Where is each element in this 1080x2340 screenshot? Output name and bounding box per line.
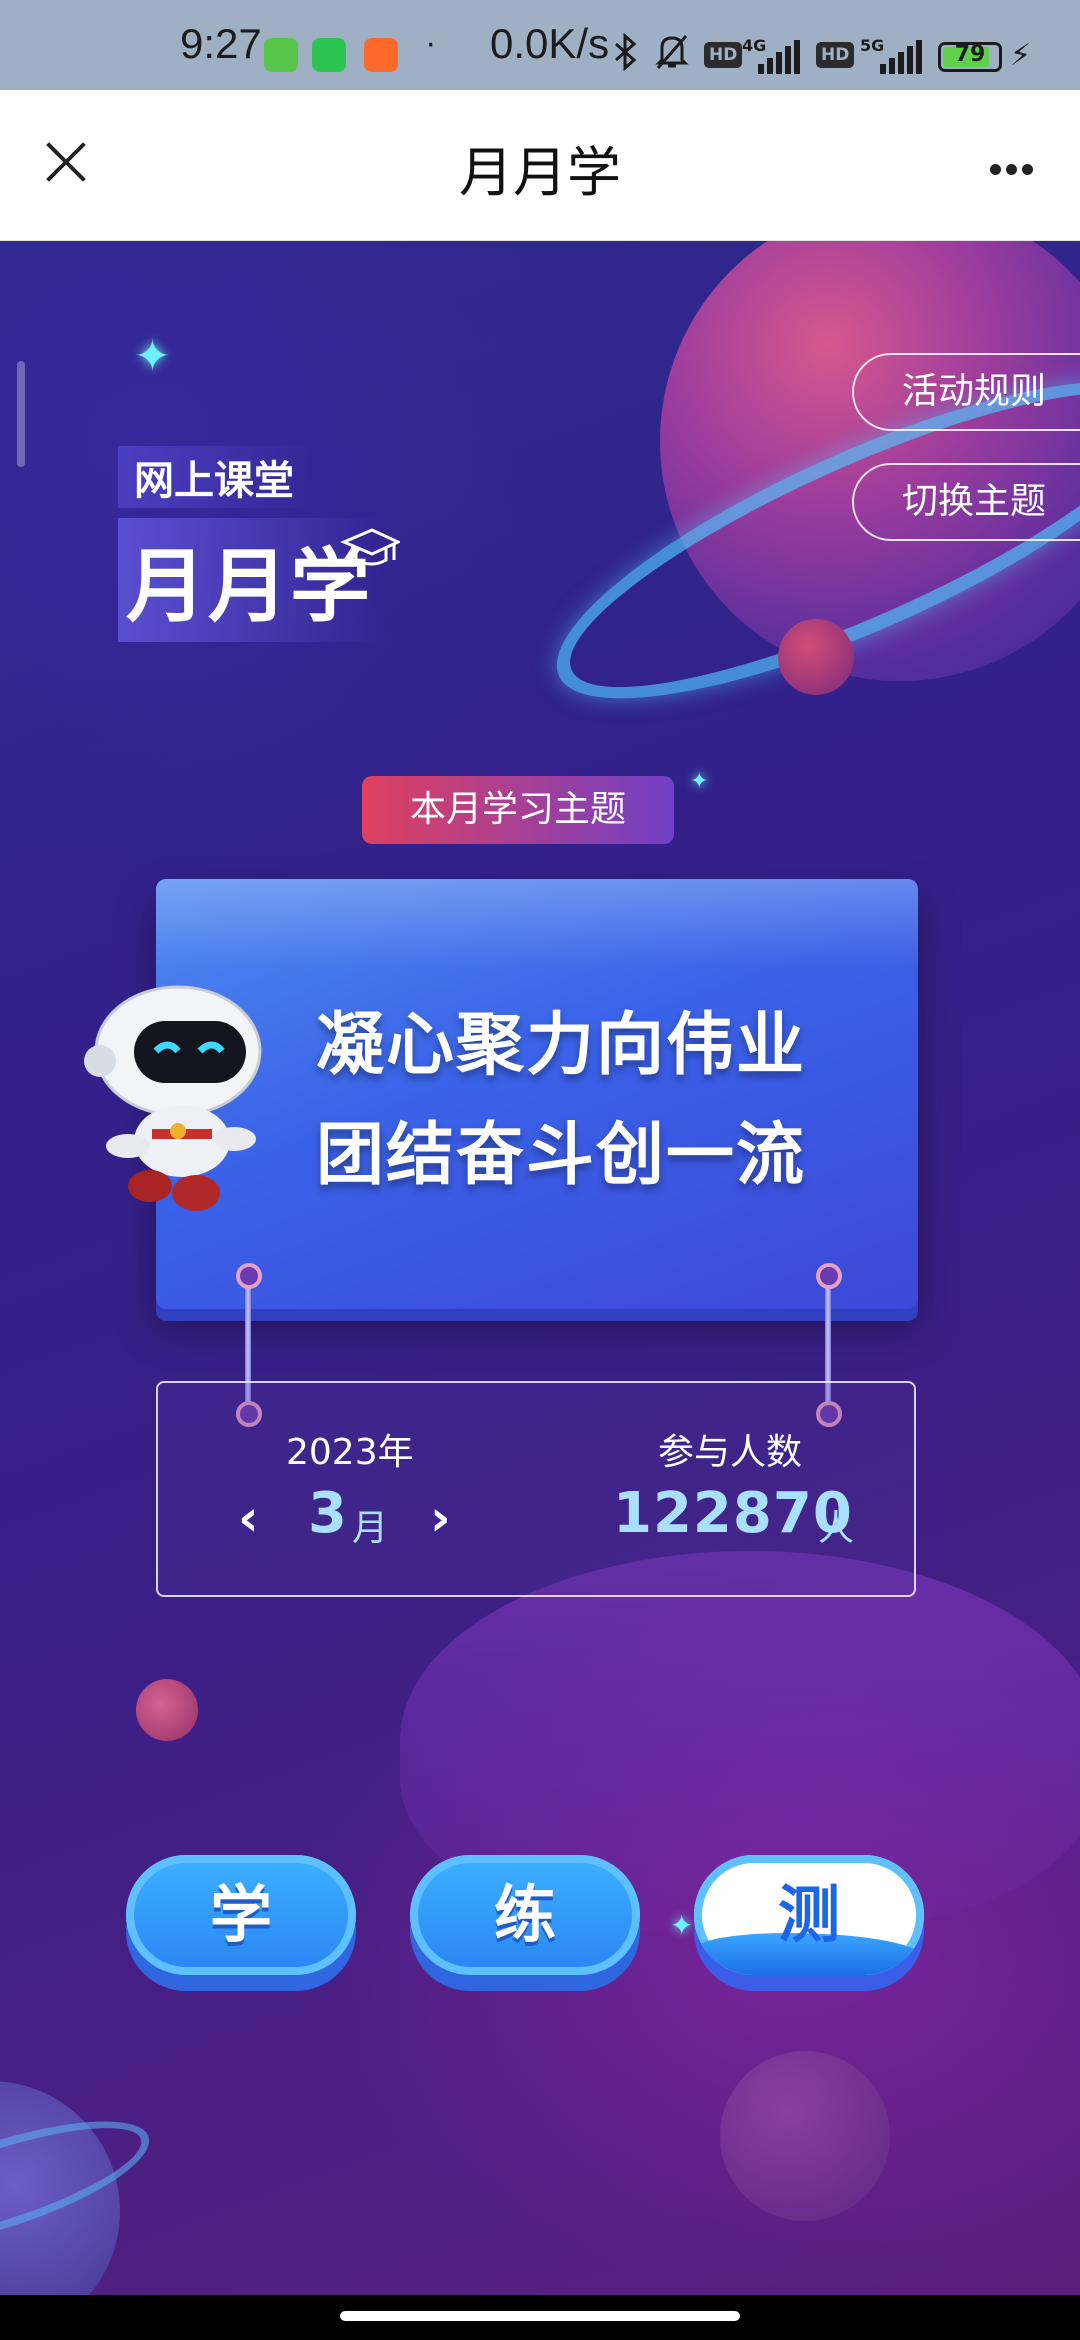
next-month-button[interactable]: › bbox=[430, 1493, 451, 1543]
more-icon[interactable] bbox=[990, 160, 1038, 179]
logo: 网上课堂 月月学 bbox=[118, 446, 400, 642]
sparkle-icon: ✦ bbox=[670, 1909, 694, 1942]
month-value: 3 bbox=[308, 1481, 347, 1546]
sparkle-icon: ✦ bbox=[690, 769, 709, 794]
wechat-icon bbox=[312, 38, 346, 72]
orb-decoration bbox=[136, 1679, 198, 1741]
charging-icon: ⚡ bbox=[1010, 38, 1032, 73]
status-time: 9:27 bbox=[180, 20, 262, 67]
logo-subtitle: 网上课堂 bbox=[118, 446, 310, 508]
navigation-bar bbox=[0, 2295, 1080, 2340]
learn-button[interactable]: 学 bbox=[126, 1855, 356, 1975]
month-unit: 月 bbox=[352, 1508, 389, 1549]
orb-decoration bbox=[720, 2051, 890, 2221]
practice-button[interactable]: 练 bbox=[410, 1855, 640, 1975]
signal-icon bbox=[880, 40, 922, 74]
test-button[interactable]: 测 bbox=[694, 1855, 924, 1975]
hd-badge: HD bbox=[704, 42, 743, 68]
test-button-label: 测 bbox=[777, 1878, 840, 1951]
robot-mascot bbox=[84, 985, 262, 1211]
theme-line-2: 团结奋斗创一流 bbox=[316, 1116, 807, 1195]
participants-label: 参与人数 bbox=[658, 1432, 803, 1473]
graduation-cap-icon bbox=[340, 528, 400, 566]
switch-theme-button[interactable]: 切换主题 bbox=[852, 463, 1080, 541]
signal-icon bbox=[758, 40, 800, 74]
knot-decoration bbox=[816, 1263, 842, 1289]
main-content: ✦ ✦ ✦ 活动规则 切换主题 网上课堂 月月学 本月学习主题 凝心聚力向伟业 … bbox=[0, 241, 1080, 2295]
knot-decoration bbox=[236, 1263, 262, 1289]
bluetooth-icon bbox=[612, 32, 640, 81]
theme-line-1: 凝心聚力向伟业 bbox=[316, 1006, 807, 1085]
title-bar: 月月学 bbox=[0, 90, 1080, 241]
scroll-indicator bbox=[17, 361, 25, 467]
page-title: 月月学 bbox=[459, 141, 621, 204]
prev-month-button[interactable]: ‹ bbox=[238, 1493, 259, 1543]
moon-decoration bbox=[778, 619, 854, 695]
network-speed: 0.0K/s bbox=[490, 20, 610, 67]
mute-bell-icon bbox=[654, 32, 690, 81]
status-bar: 9:27 · 0.0K/s HD 4G HD 5G 79 ⚡ bbox=[0, 0, 1080, 90]
theme-tag: 本月学习主题 bbox=[362, 776, 674, 844]
sparkle-icon: ✦ bbox=[134, 331, 171, 382]
home-indicator[interactable] bbox=[340, 2311, 740, 2321]
participants-unit: 人 bbox=[818, 1508, 855, 1549]
app-notification-icon bbox=[364, 38, 398, 72]
info-panel: 2023年 ‹ 3 月 › 参与人数 122870 人 bbox=[156, 1381, 916, 1597]
activity-rules-button[interactable]: 活动规则 bbox=[852, 353, 1080, 431]
app-notification-icon bbox=[264, 38, 298, 72]
battery-icon: 79 bbox=[938, 42, 1002, 72]
status-dot: · bbox=[426, 28, 436, 63]
participants-count: 122870 bbox=[613, 1481, 853, 1546]
year-label: 2023年 bbox=[286, 1432, 414, 1473]
hd-badge: HD bbox=[816, 42, 855, 68]
battery-level: 79 bbox=[954, 42, 986, 67]
